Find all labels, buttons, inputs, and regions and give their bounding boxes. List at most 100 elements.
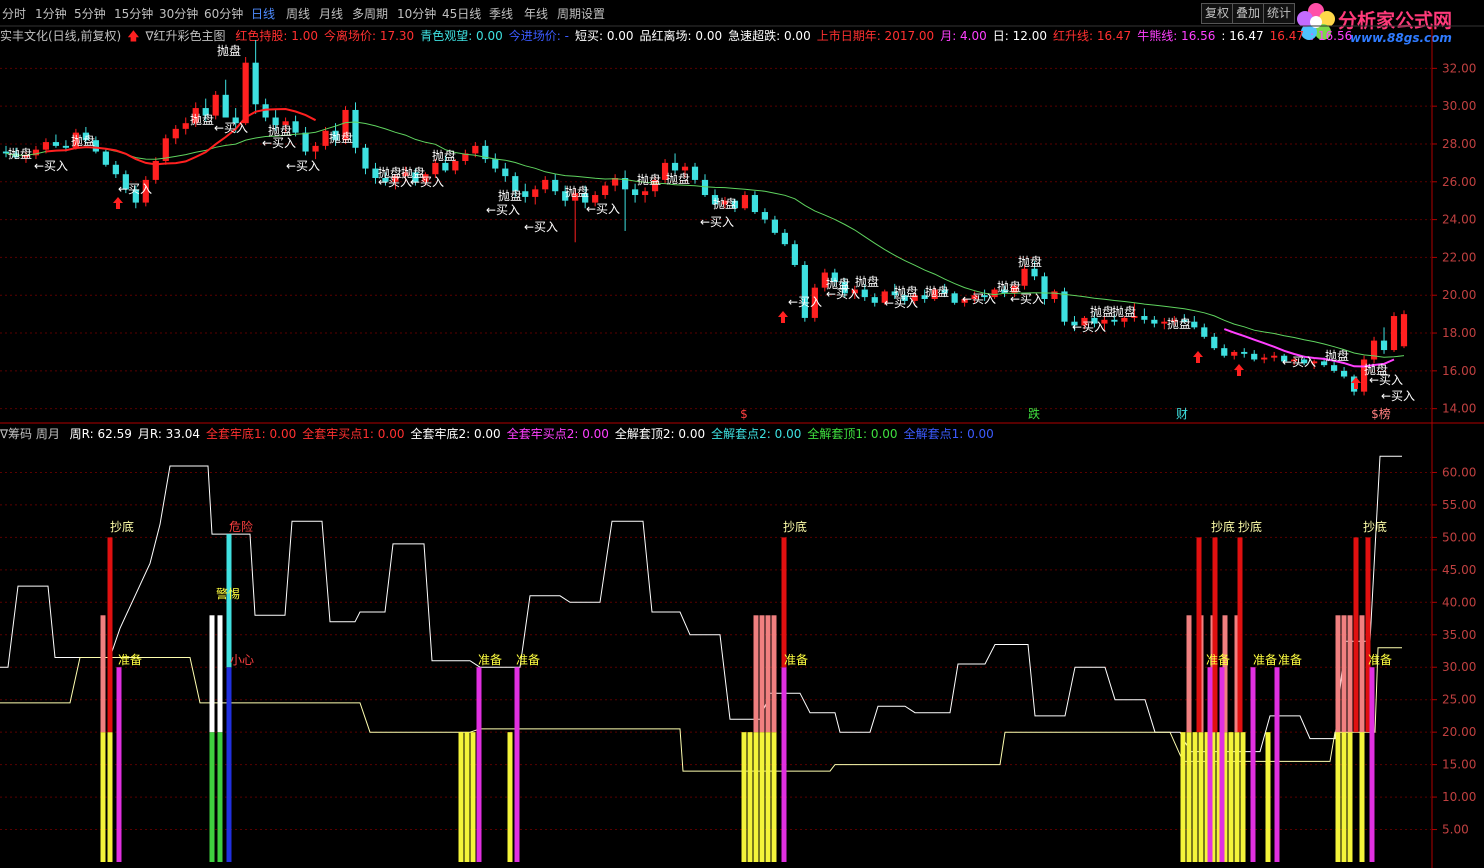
candle <box>112 164 119 175</box>
chip-bar <box>458 732 464 862</box>
chip-bar <box>765 615 771 733</box>
candle <box>492 159 499 169</box>
candle <box>1251 353 1258 360</box>
chip-bar <box>1369 667 1375 862</box>
chip-bar <box>1341 732 1347 862</box>
chip-bar <box>1198 732 1204 862</box>
chip-bar <box>217 615 223 733</box>
up-arrow-icon <box>1234 364 1244 376</box>
chip-bar <box>1240 732 1246 862</box>
chip-bar <box>1341 615 1347 733</box>
y-tick-label: 28.00 <box>1442 137 1476 151</box>
y-tick-label: 55.00 <box>1442 498 1476 512</box>
candle <box>861 289 868 298</box>
chip-bar <box>507 732 513 862</box>
chip-bar <box>100 732 106 862</box>
buy-signal-label: ←买入 <box>118 182 152 196</box>
candle <box>222 94 229 118</box>
candle <box>352 109 359 148</box>
sell-signal-label: 抛盘 <box>8 146 32 161</box>
sub-signal-label: 危险 <box>229 519 253 534</box>
candle <box>542 179 549 190</box>
chip-bar <box>1353 537 1359 733</box>
candle <box>771 219 778 233</box>
chip-bar <box>771 615 777 733</box>
chip-bar <box>514 667 520 862</box>
buy-signal-label: ←买入 <box>1010 292 1044 306</box>
bottom-marker: 跌 <box>1028 406 1040 421</box>
y-tick-label: 18.00 <box>1442 326 1476 340</box>
buy-signal-label: ←买入 <box>262 136 296 150</box>
candle <box>1021 268 1028 286</box>
candle <box>681 166 689 171</box>
buy-signal-label: ←买入 <box>1381 389 1415 403</box>
chip-bar <box>217 732 223 862</box>
candle <box>751 195 759 213</box>
candle <box>1111 319 1118 322</box>
sub-signal-label: 抄底 <box>1238 519 1262 534</box>
chip-bar <box>741 732 747 862</box>
candle <box>1231 351 1238 356</box>
candle <box>172 128 179 139</box>
y-tick-label: 30.00 <box>1442 99 1476 113</box>
candle <box>791 244 798 265</box>
sell-signal-label: 抛盘 <box>1112 304 1136 319</box>
candle <box>1380 340 1388 351</box>
sell-signal-label: 抛盘 <box>1018 254 1042 269</box>
sub-signal-label: 准备 <box>1278 653 1302 667</box>
sub-signal-label: 准备 <box>478 653 502 667</box>
chip-bar <box>209 732 215 862</box>
buy-signal-label: ←买入 <box>788 295 822 309</box>
candle <box>62 145 70 148</box>
candle <box>552 179 559 192</box>
buy-signal-label: ←买入 <box>286 159 320 173</box>
up-arrow-icon <box>1193 351 1203 363</box>
candle <box>1331 365 1338 371</box>
chart-canvas[interactable]: 14.00 16.00 18.00 20.00 22.00 24.00 26.00 28.00… <box>0 0 1484 868</box>
candle <box>1221 348 1228 356</box>
candle <box>632 189 639 196</box>
sell-signal-label: 抛盘 <box>432 148 456 163</box>
up-arrow-icon <box>113 197 123 209</box>
buy-signal-label: ←买入 <box>586 202 620 216</box>
y-tick-label: 15.00 <box>1442 758 1476 772</box>
candle <box>781 232 788 245</box>
chip-bar <box>1186 615 1192 733</box>
chip-bar <box>1192 732 1198 862</box>
chip-bar <box>1186 732 1192 862</box>
chip-bar <box>771 732 777 862</box>
sub-signal-label: 抄底 <box>1363 519 1387 534</box>
chip-bar <box>1347 615 1353 733</box>
candle <box>532 189 539 197</box>
sell-signal-label: 抛盘 <box>498 188 522 203</box>
sell-signal-label: 抛盘 <box>565 184 589 199</box>
sub-signal-label: 准备 <box>1368 653 1392 667</box>
y-tick-label: 40.00 <box>1442 595 1476 609</box>
candle <box>1031 268 1038 277</box>
buy-signal-label: ←买入 <box>1072 320 1106 334</box>
candle <box>701 179 709 196</box>
candle <box>671 162 679 171</box>
candle <box>522 191 529 197</box>
candle <box>1261 357 1268 360</box>
chip-bar <box>1335 732 1341 862</box>
y-tick-label: 60.00 <box>1442 465 1476 479</box>
sub-signal-label: 小心 <box>230 653 254 667</box>
candle <box>322 130 329 146</box>
candle <box>1241 351 1248 354</box>
y-tick-label: 10.00 <box>1442 790 1476 804</box>
chip-bar <box>1359 732 1365 862</box>
buy-signal-label: ←买入 <box>1369 373 1403 387</box>
chip-bar <box>1212 537 1218 733</box>
chip-bar <box>1347 732 1353 862</box>
candle <box>761 212 769 220</box>
y-tick-label: 5.00 <box>1442 823 1469 837</box>
candle <box>1051 291 1058 300</box>
candle <box>102 151 109 165</box>
y-tick-label: 22.00 <box>1442 250 1476 264</box>
sub-signal-label: 准备 <box>1253 653 1277 667</box>
y-tick-label: 20.00 <box>1442 725 1476 739</box>
bottom-marker: $榜 <box>1371 406 1391 421</box>
chip-bar <box>100 615 106 733</box>
chip-bar <box>759 732 765 862</box>
